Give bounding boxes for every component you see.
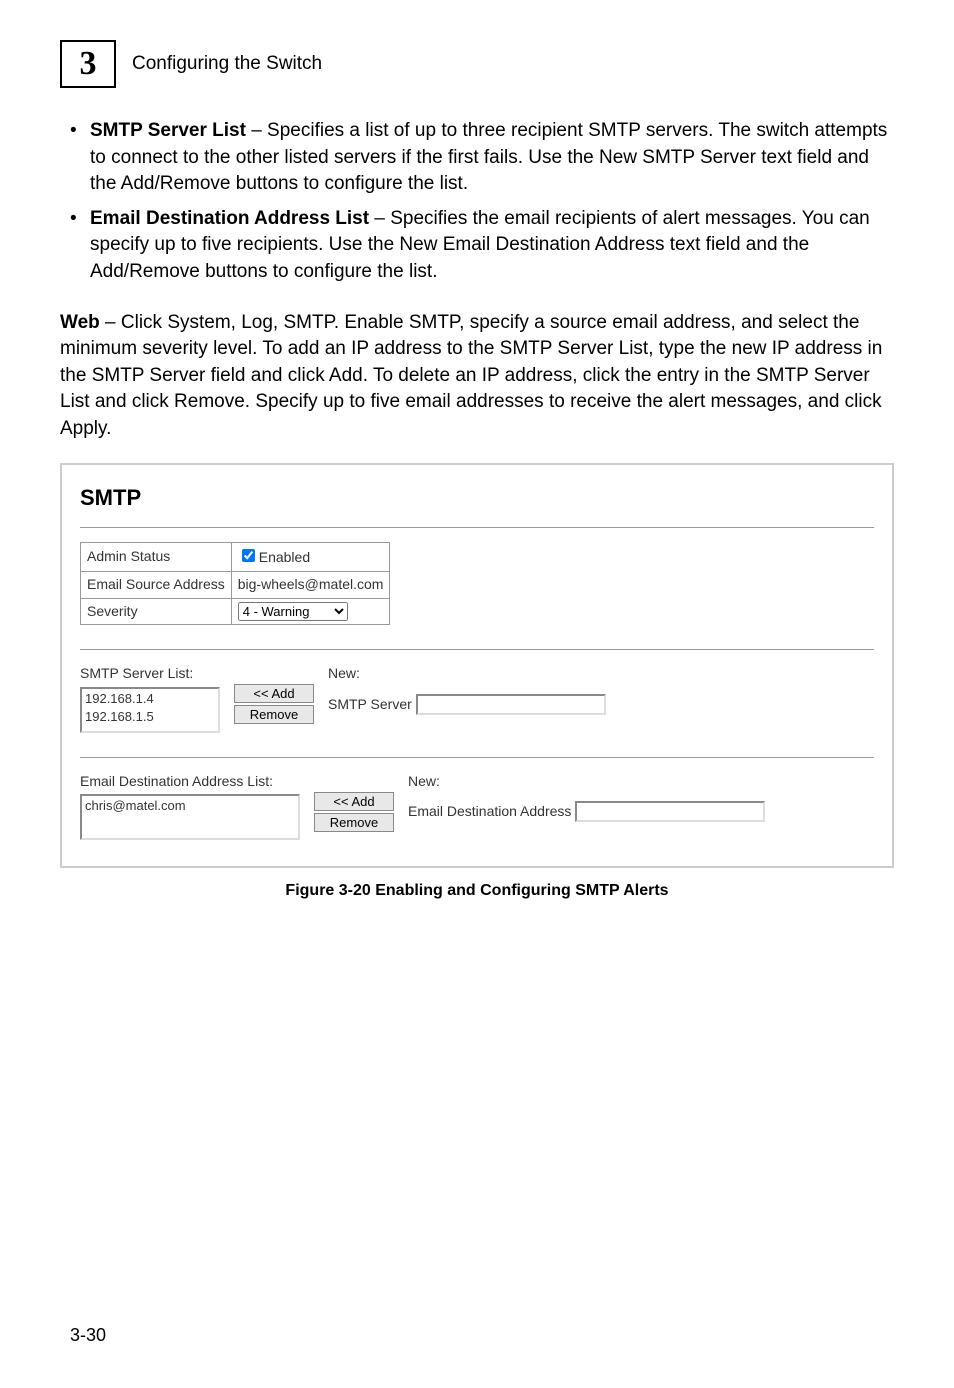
- divider: [80, 649, 874, 650]
- admin-status-cell: Enabled: [231, 543, 390, 572]
- divider: [80, 527, 874, 528]
- email-remove-button[interactable]: Remove: [314, 813, 394, 832]
- list-item[interactable]: 192.168.1.5: [85, 708, 215, 726]
- smtp-server-input-label: SMTP Server: [328, 696, 412, 712]
- page-header: 3 Configuring the Switch: [60, 40, 894, 88]
- figure-caption: Figure 3-20 Enabling and Configuring SMT…: [60, 880, 894, 902]
- email-new-label: New:: [408, 772, 765, 792]
- smtp-remove-button[interactable]: Remove: [234, 705, 314, 724]
- severity-cell: 4 - Warning: [231, 598, 390, 625]
- admin-status-checkbox[interactable]: [242, 549, 255, 562]
- smtp-title: SMTP: [80, 483, 874, 514]
- smtp-add-button[interactable]: << Add: [234, 684, 314, 703]
- list-item[interactable]: chris@matel.com: [85, 797, 295, 815]
- web-lead: Web: [60, 312, 100, 333]
- email-source-label: Email Source Address: [81, 571, 232, 598]
- email-source-cell: big-wheels@matel.com: [231, 571, 390, 598]
- smtp-new-label: New:: [328, 664, 606, 684]
- email-add-button[interactable]: << Add: [314, 792, 394, 811]
- admin-status-text: Enabled: [259, 549, 310, 565]
- email-dest-list-label: Email Destination Address List:: [80, 772, 300, 792]
- table-row: Severity 4 - Warning: [81, 598, 390, 625]
- list-term: Email Destination Address List: [90, 208, 369, 229]
- chapter-title: Configuring the Switch: [132, 51, 322, 78]
- smtp-server-listbox[interactable]: 192.168.1.4 192.168.1.5: [80, 687, 220, 733]
- list-item: SMTP Server List – Specifies a list of u…: [60, 118, 894, 198]
- severity-select[interactable]: 4 - Warning: [238, 602, 348, 621]
- email-dest-input-label: Email Destination Address: [408, 803, 571, 819]
- email-source-value: big-wheels@matel.com: [238, 576, 384, 592]
- list-term: SMTP Server List: [90, 120, 246, 141]
- web-paragraph: Web – Click System, Log, SMTP. Enable SM…: [60, 310, 894, 443]
- divider: [80, 757, 874, 758]
- table-row: Admin Status Enabled: [81, 543, 390, 572]
- email-new-col: New: Email Destination Address: [408, 772, 765, 823]
- list-item: Email Destination Address List – Specifi…: [60, 206, 894, 286]
- smtp-server-section: SMTP Server List: 192.168.1.4 192.168.1.…: [80, 664, 874, 733]
- chapter-number: 3: [80, 40, 97, 88]
- smtp-server-input[interactable]: [416, 694, 606, 715]
- smtp-server-list-label: SMTP Server List:: [80, 664, 220, 684]
- page-number: 3-30: [70, 1323, 106, 1348]
- smtp-config-table: Admin Status Enabled Email Source Addres…: [80, 542, 390, 625]
- email-dest-listbox[interactable]: chris@matel.com: [80, 794, 300, 840]
- feature-list: SMTP Server List – Specifies a list of u…: [60, 118, 894, 286]
- smtp-new-col: New: SMTP Server: [328, 664, 606, 715]
- chapter-icon: 3: [60, 40, 116, 88]
- email-dest-input[interactable]: [575, 801, 765, 822]
- web-text: – Click System, Log, SMTP. Enable SMTP, …: [60, 312, 882, 439]
- list-item[interactable]: 192.168.1.4: [85, 690, 215, 708]
- smtp-screenshot: SMTP Admin Status Enabled Email Source A…: [60, 463, 894, 869]
- email-dest-list-col: Email Destination Address List: chris@ma…: [80, 772, 300, 841]
- email-dest-buttons: << Add Remove: [314, 772, 394, 834]
- table-row: Email Source Address big-wheels@matel.co…: [81, 571, 390, 598]
- severity-label: Severity: [81, 598, 232, 625]
- smtp-server-buttons: << Add Remove: [234, 664, 314, 726]
- email-dest-section: Email Destination Address List: chris@ma…: [80, 772, 874, 841]
- admin-status-label: Admin Status: [81, 543, 232, 572]
- smtp-server-list-col: SMTP Server List: 192.168.1.4 192.168.1.…: [80, 664, 220, 733]
